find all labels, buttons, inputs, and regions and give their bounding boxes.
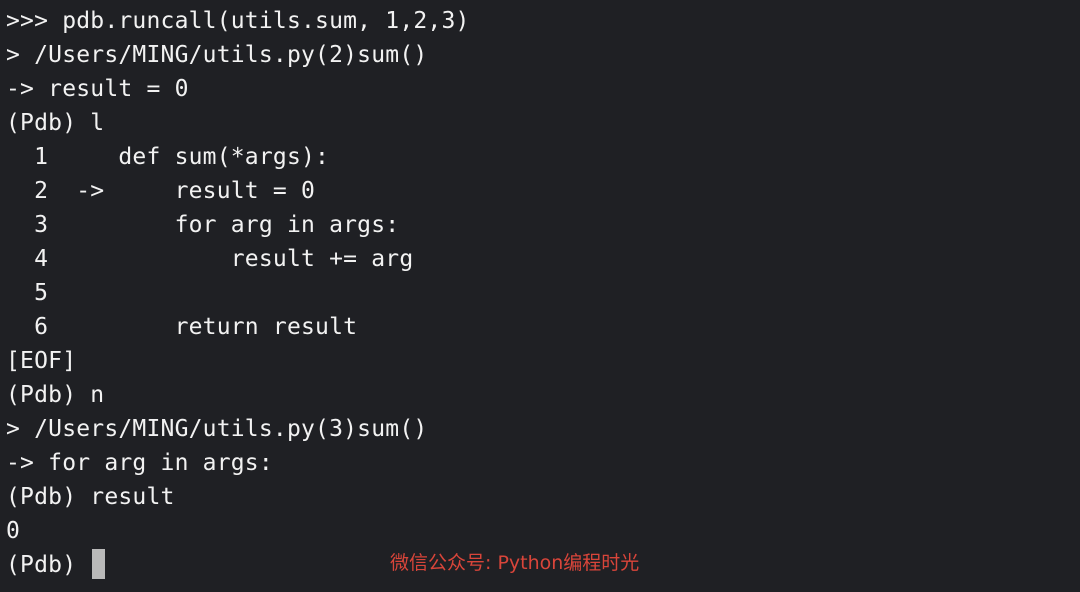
source-listing-line: 2 -> result = 0 — [6, 178, 316, 204]
terminal-line: 0 — [6, 518, 21, 544]
watermark-text: 微信公众号: Python编程时光 — [390, 552, 640, 574]
source-listing-line: 6 return result — [6, 314, 358, 340]
terminal-line: > /Users/MING/utils.py(2)sum() — [6, 42, 428, 68]
terminal-line: -> result = 0 — [6, 76, 189, 102]
terminal-line: > /Users/MING/utils.py(3)sum() — [6, 416, 428, 442]
source-listing-line: 1 def sum(*args): — [6, 144, 330, 170]
pdb-prompt: (Pdb) — [6, 552, 91, 578]
terminal-line: (Pdb) n — [6, 382, 105, 408]
terminal-line: >>> pdb.runcall(utils.sum, 1,2,3) — [6, 8, 470, 34]
terminal-line: (Pdb) result — [6, 484, 175, 510]
text-cursor — [92, 548, 106, 579]
source-listing-line: 5 — [6, 280, 49, 306]
terminal-window[interactable]: >>> pdb.runcall(utils.sum, 1,2,3) > /Use… — [0, 0, 1080, 592]
terminal-line: (Pdb) l — [6, 110, 105, 136]
source-listing-line: 3 for arg in args: — [6, 212, 400, 238]
source-listing-line: 4 result += arg — [6, 246, 414, 272]
terminal-line: -> for arg in args: — [6, 450, 273, 476]
terminal-line: [EOF] — [6, 348, 77, 374]
